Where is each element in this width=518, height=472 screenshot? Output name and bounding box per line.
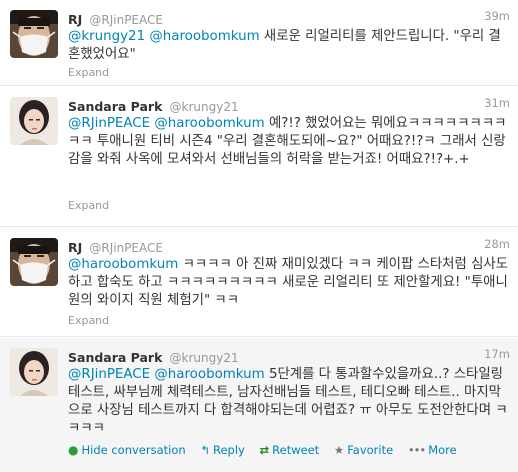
reply-icon: ↰ (200, 443, 210, 457)
tweet-header: Sandara Park @krungy21 17m (68, 347, 510, 365)
expand-link[interactable]: Expand (68, 66, 109, 79)
favorite-label: Favorite (347, 443, 394, 457)
more-button[interactable]: ••• More (408, 443, 457, 457)
user-fullname[interactable]: Sandara Park (68, 99, 162, 114)
user-fullname[interactable]: RJ (68, 240, 82, 255)
tweet-text: @haroobomkum ㅋㅋㅋㅋ 아 진짜 재미있겠다 ㅋㅋ 케이팝 스타처럼… (68, 256, 510, 310)
tweet-timestamp[interactable]: 31m (484, 96, 510, 110)
tweet-stream: RJ @RJinPEACE 39m @krungy21 @haroobomkum… (0, 0, 518, 472)
mention-link[interactable]: @haroobomkum (149, 29, 259, 44)
user-handle[interactable]: @krungy21 (170, 351, 239, 365)
reply-button[interactable]: ↰ Reply (200, 443, 245, 457)
mention-link[interactable]: @RJinPEACE (68, 367, 150, 382)
tweet-timestamp[interactable]: 39m (484, 9, 510, 23)
user-handle[interactable]: @RJinPEACE (89, 13, 163, 27)
avatar[interactable] (10, 10, 58, 58)
tweet-item[interactable]: RJ @RJinPEACE 39m @krungy21 @haroobomkum… (0, 0, 518, 86)
mention-link[interactable]: @haroobomkum (154, 116, 264, 131)
tweet-timestamp[interactable]: 17m (484, 347, 510, 361)
hide-conversation-label: Hide conversation (81, 443, 186, 457)
tweet-text: @krungy21 @haroobomkum 새로운 리얼리티를 제안드립니다.… (68, 28, 510, 64)
expand-link[interactable]: Expand (68, 199, 109, 212)
tweet-item-expanded[interactable]: Sandara Park @krungy21 17m @RJinPEACE @h… (0, 338, 518, 472)
avatar[interactable] (10, 97, 58, 145)
tweet-text: @RJinPEACE @haroobomkum 5단계를 다 통과할수있을까요.… (68, 366, 510, 438)
reply-label: Reply (212, 443, 245, 457)
tweet-item[interactable]: RJ @RJinPEACE 28m @haroobomkum ㅋㅋㅋㅋ 아 진짜… (0, 228, 518, 337)
more-dots-icon: ••• (407, 443, 426, 457)
favorite-button[interactable]: ★ Favorite (334, 443, 393, 457)
avatar[interactable] (10, 348, 58, 396)
expand-link[interactable]: Expand (68, 314, 109, 327)
tweet-header: Sandara Park @krungy21 31m (68, 96, 510, 114)
more-label: More (428, 443, 457, 457)
user-fullname[interactable]: Sandara Park (68, 350, 162, 365)
tweet-text: @RJinPEACE @haroobomkum 예?!? 했었어요는 뭐에요ㅋㅋ… (68, 115, 510, 169)
retweet-icon: ⇄ (259, 443, 270, 457)
user-handle[interactable]: @krungy21 (170, 100, 239, 114)
mention-link[interactable]: @haroobomkum (68, 257, 178, 272)
user-handle[interactable]: @RJinPEACE (89, 241, 163, 255)
favorite-star-icon: ★ (333, 443, 345, 457)
tweet-header: RJ @RJinPEACE 28m (68, 237, 510, 255)
tweet-item[interactable]: Sandara Park @krungy21 31m @RJinPEACE @h… (0, 87, 518, 227)
mention-link[interactable]: @krungy21 (68, 29, 145, 44)
tweet-actions: ● Hide conversation ↰ Reply ⇄ Retweet ★ Favo… (68, 443, 468, 457)
tweet-header: RJ @RJinPEACE 39m (68, 9, 510, 27)
retweet-button[interactable]: ⇄ Retweet (260, 443, 320, 457)
mention-link[interactable]: @haroobomkum (154, 367, 264, 382)
avatar[interactable] (10, 238, 58, 286)
user-fullname[interactable]: RJ (68, 12, 82, 27)
hide-conversation-button[interactable]: ● Hide conversation (68, 443, 186, 457)
mention-link[interactable]: @RJinPEACE (68, 116, 150, 131)
retweet-label: Retweet (272, 443, 320, 457)
tweet-timestamp[interactable]: 28m (484, 237, 510, 251)
hide-conversation-icon: ● (68, 443, 79, 457)
